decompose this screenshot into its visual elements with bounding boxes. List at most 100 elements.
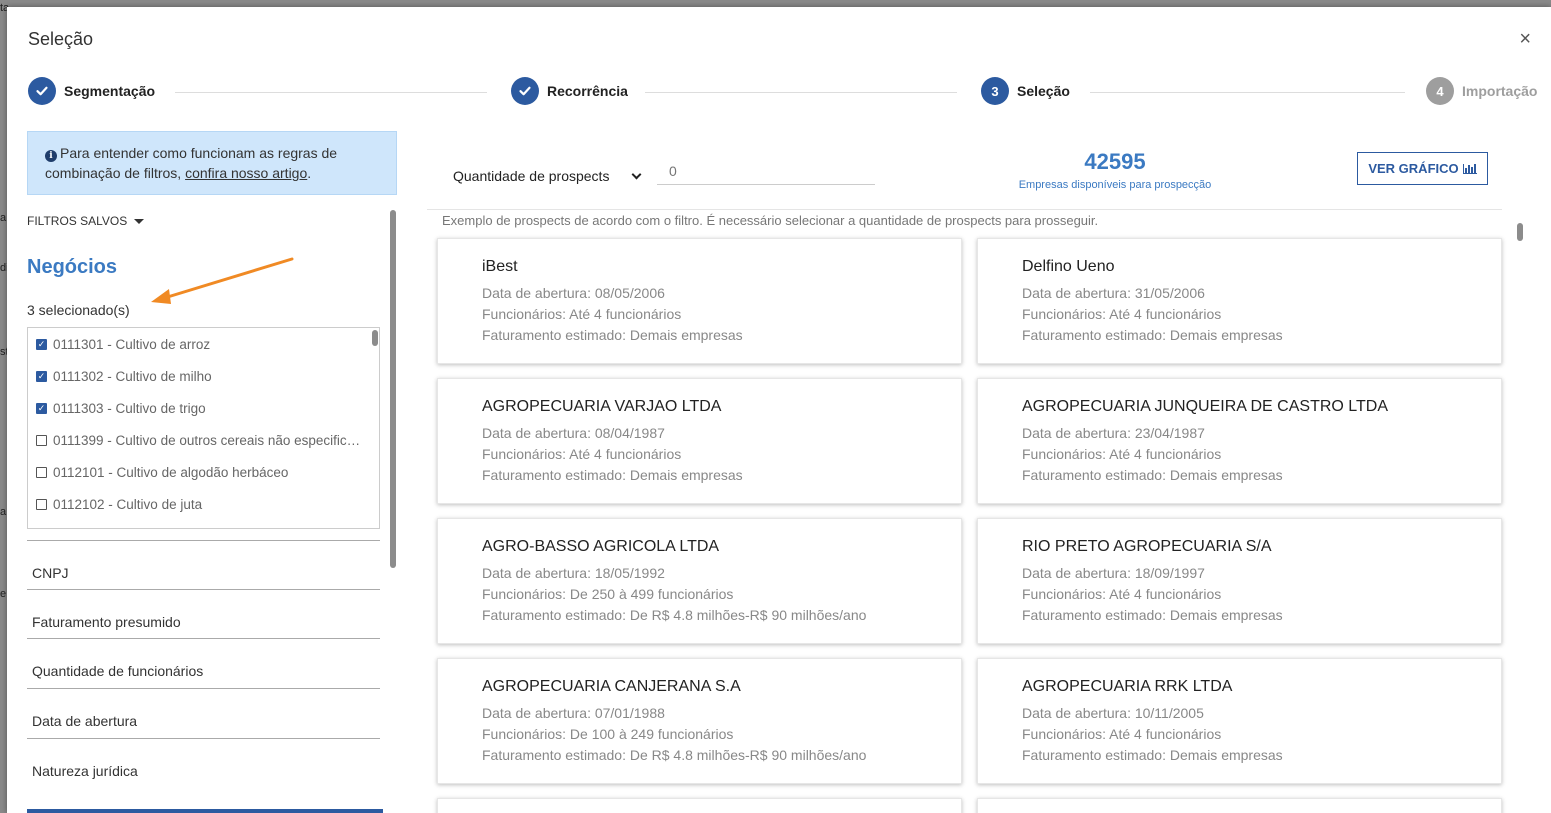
filter-faturamento[interactable]: Faturamento presumido	[27, 589, 380, 637]
step-connector	[175, 92, 487, 93]
prospect-card-partial[interactable]	[977, 798, 1502, 813]
bottom-action-bar[interactable]	[27, 809, 383, 813]
step-label: Importação	[1462, 83, 1538, 99]
filter-cnpj[interactable]: CNPJ	[27, 540, 380, 588]
prospect-card-partial[interactable]	[437, 798, 962, 813]
estimated-revenue: Faturamento estimado: De R$ 4.8 milhões-…	[482, 747, 867, 763]
filter-natureza-juridica[interactable]: Natureza jurídica	[27, 738, 380, 786]
saved-filters-label: FILTROS SALVOS	[27, 214, 128, 228]
wizard-stepper: Segmentação Recorrência 3 Seleção 4 Impo…	[7, 77, 1551, 111]
estimated-revenue: Faturamento estimado: De R$ 4.8 milhões-…	[482, 607, 867, 623]
list-item-label: 0111301 - Cultivo de arroz	[53, 336, 211, 352]
list-item[interactable]: 0111399 - Cultivo de outros cereais não …	[28, 424, 379, 456]
company-name: RIO PRETO AGROPECUARIA S/A	[1022, 538, 1272, 555]
prospect-card[interactable]: AGROPECUARIA VARJAO LTDA Data de abertur…	[437, 378, 962, 504]
step-connector	[1090, 92, 1405, 93]
filter-funcionarios[interactable]: Quantidade de funcionários	[27, 638, 380, 686]
employees: Funcionários: Até 4 funcionários	[1022, 306, 1222, 322]
employees: Funcionários: Até 4 funcionários	[1022, 446, 1222, 462]
backdrop-edge-text: ta	[0, 2, 10, 14]
quantity-input[interactable]	[657, 157, 875, 185]
filters-scrollbar[interactable]	[390, 210, 396, 568]
filter-data-abertura[interactable]: Data de abertura	[27, 688, 380, 736]
view-chart-button[interactable]: VER GRÁFICO	[1357, 152, 1488, 185]
employees: Funcionários: Até 4 funcionários	[482, 446, 682, 462]
checkbox-checked-icon[interactable]: ✓	[36, 338, 47, 350]
estimated-revenue: Faturamento estimado: Demais empresas	[1022, 607, 1283, 623]
step-number: 4	[1426, 77, 1454, 105]
step-importacao[interactable]: 4 Importação	[1426, 77, 1537, 105]
employees: Funcionários: Até 4 funcionários	[1022, 586, 1222, 602]
prospect-card[interactable]: Delfino Ueno Data de abertura: 31/05/200…	[977, 238, 1502, 364]
company-name: AGROPECUARIA RRK LTDA	[1022, 678, 1233, 695]
quantity-select[interactable]: Quantidade de prospects	[453, 168, 642, 184]
selection-modal: Seleção × Segmentação Recorrência 3 Sele…	[7, 7, 1551, 813]
company-name: Delfino Ueno	[1022, 258, 1115, 275]
step-label: Segmentação	[64, 83, 156, 99]
company-name: iBest	[482, 258, 518, 275]
opening-date: Data de abertura: 07/01/1988	[482, 705, 665, 721]
opening-date: Data de abertura: 31/05/2006	[1022, 285, 1205, 301]
list-item[interactable]: 0112101 - Cultivo de algodão herbáceo	[28, 456, 379, 488]
company-name: AGROPECUARIA CANJERANA S.A	[482, 678, 741, 695]
annotation-arrow-icon	[151, 257, 294, 304]
business-activity-list: ✓ 0111301 - Cultivo de arroz ✓ 0111302 -…	[27, 327, 380, 529]
estimated-revenue: Faturamento estimado: Demais empresas	[482, 327, 743, 343]
list-scrollbar[interactable]	[372, 330, 378, 346]
saved-filters-dropdown[interactable]: FILTROS SALVOS	[27, 214, 145, 228]
available-count-label: Empresas disponíveis para prospecção	[1018, 179, 1212, 191]
list-item[interactable]: ✓ 0111303 - Cultivo de trigo	[28, 392, 379, 424]
step-selecao[interactable]: 3 Seleção	[981, 77, 1070, 105]
prospect-card[interactable]: RIO PRETO AGROPECUARIA S/A Data de abert…	[977, 518, 1502, 644]
example-text: Exemplo de prospects de acordo com o fil…	[442, 213, 1099, 228]
selected-count: 3 selecionado(s)	[27, 302, 130, 318]
company-name: AGROPECUARIA VARJAO LTDA	[482, 398, 722, 415]
divider	[427, 209, 1502, 210]
info-icon: i	[45, 150, 57, 162]
chevron-down-icon	[632, 169, 642, 179]
opening-date: Data de abertura: 08/05/2006	[482, 285, 665, 301]
checkbox-empty-icon[interactable]	[36, 498, 47, 510]
step-label: Seleção	[1017, 83, 1070, 99]
bar-chart-icon	[1462, 163, 1477, 174]
step-number: 3	[981, 77, 1009, 105]
step-segmentacao[interactable]: Segmentação	[28, 77, 155, 105]
close-button[interactable]: ×	[1519, 29, 1531, 49]
backdrop-edge-text: di	[0, 262, 9, 274]
info-suffix: .	[307, 165, 312, 181]
backdrop-edge-text: a	[0, 506, 7, 518]
caret-down-icon	[134, 218, 145, 224]
employees: Funcionários: Até 4 funcionários	[1022, 726, 1222, 742]
checkbox-checked-icon[interactable]: ✓	[36, 402, 47, 414]
prospect-card[interactable]: AGRO-BASSO AGRICOLA LTDA Data de abertur…	[437, 518, 962, 644]
prospect-card[interactable]: iBest Data de abertura: 08/05/2006 Funci…	[437, 238, 962, 364]
check-icon	[28, 77, 56, 105]
opening-date: Data de abertura: 08/04/1987	[482, 425, 665, 441]
list-item[interactable]: 0112102 - Cultivo de juta	[28, 488, 379, 520]
checkbox-empty-icon[interactable]	[36, 434, 47, 446]
article-link[interactable]: confira nosso artigo	[185, 165, 307, 181]
step-recorrencia[interactable]: Recorrência	[511, 77, 628, 105]
prospect-card[interactable]: AGROPECUARIA RRK LTDA Data de abertura: …	[977, 658, 1502, 784]
opening-date: Data de abertura: 23/04/1987	[1022, 425, 1205, 441]
opening-date: Data de abertura: 18/05/1992	[482, 565, 665, 581]
list-item[interactable]: ✓ 0111302 - Cultivo de milho	[28, 360, 379, 392]
checkbox-checked-icon[interactable]: ✓	[36, 370, 47, 382]
backdrop-edge-text: a	[0, 212, 7, 224]
list-item[interactable]: ✓ 0111301 - Cultivo de arroz	[28, 328, 379, 360]
modal-title: Seleção	[28, 29, 94, 49]
prospect-card[interactable]: AGROPECUARIA CANJERANA S.A Data de abert…	[437, 658, 962, 784]
quantity-select-label: Quantidade de prospects	[453, 168, 610, 184]
step-connector	[645, 92, 957, 93]
estimated-revenue: Faturamento estimado: Demais empresas	[1022, 467, 1283, 483]
prospect-card[interactable]: AGROPECUARIA JUNQUEIRA DE CASTRO LTDA Da…	[977, 378, 1502, 504]
view-chart-label: VER GRÁFICO	[1368, 161, 1459, 176]
cards-scrollbar[interactable]	[1517, 223, 1523, 241]
backdrop-edge-text: e	[0, 588, 7, 600]
step-label: Recorrência	[547, 83, 628, 99]
checkbox-empty-icon[interactable]	[36, 466, 47, 478]
opening-date: Data de abertura: 10/11/2005	[1022, 705, 1204, 721]
estimated-revenue: Faturamento estimado: Demais empresas	[1022, 747, 1283, 763]
check-icon	[511, 77, 539, 105]
info-banner: i Para entender como funcionam as regras …	[27, 131, 397, 195]
